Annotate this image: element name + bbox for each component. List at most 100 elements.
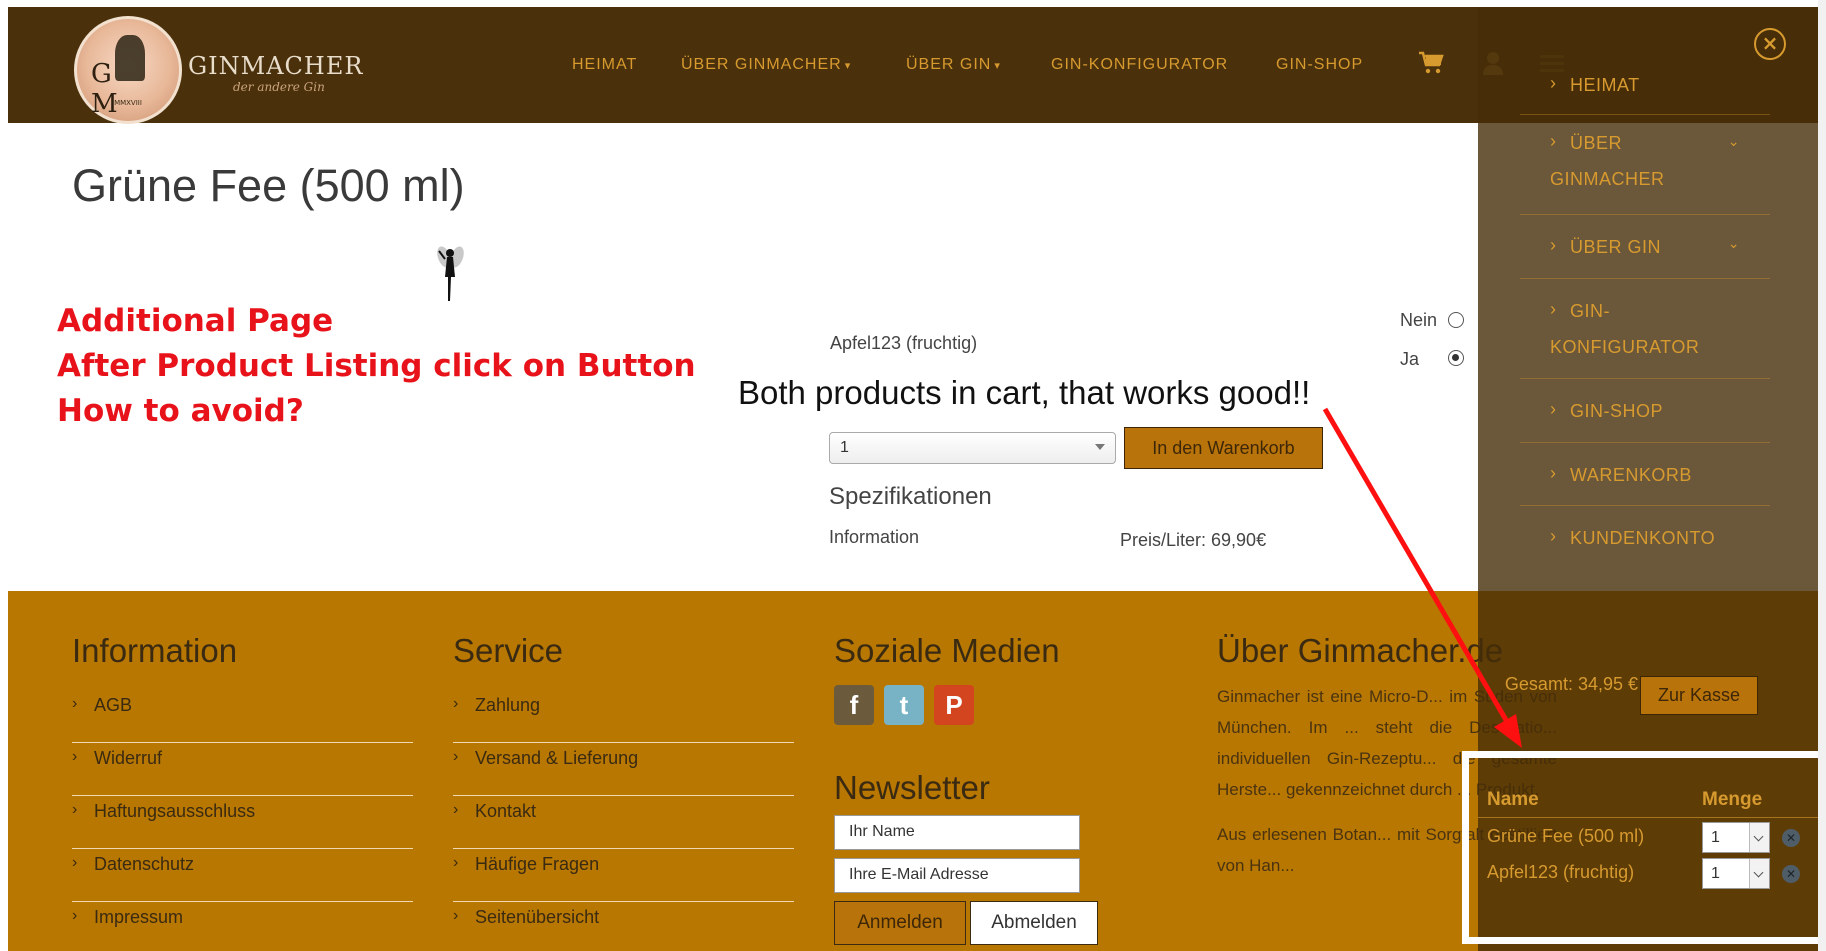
annotation-text: Additional Page After Product Listing cl… xyxy=(57,299,696,434)
radio-ja-label: Ja xyxy=(1400,349,1420,369)
newsletter-title: Newsletter xyxy=(834,769,990,806)
nav-ueber-ginmacher[interactable]: ÜBER GINMACHER ▾ xyxy=(681,56,851,74)
side-item-label: ÜBER GINMACHER xyxy=(1550,133,1665,189)
spec-price: Preis/Liter: 69,90€ xyxy=(1120,530,1267,550)
nav-label: GIN-KONFIGURATOR xyxy=(1051,56,1229,73)
footer-link-label: Impressum xyxy=(94,907,184,927)
newsletter-name-input[interactable]: Ihr Name xyxy=(834,815,1080,850)
chevron-right-icon: › xyxy=(453,907,459,924)
nav-gin-shop[interactable]: GIN-SHOP xyxy=(1276,56,1363,74)
pinterest-icon[interactable]: P xyxy=(934,685,974,725)
chevron-down-icon: ⌄ xyxy=(1727,235,1740,251)
chevron-right-icon: › xyxy=(72,695,78,712)
side-item-kundenkonto[interactable]: › KUNDENKONTO xyxy=(1520,506,1770,569)
chevron-right-icon: › xyxy=(453,695,459,712)
annotation-line: After Product Listing click on Button xyxy=(57,348,696,384)
radio-nein[interactable] xyxy=(1448,312,1464,328)
footer-link-impressum[interactable]: › Impressum xyxy=(72,902,413,951)
unsubscribe-button[interactable]: Abmelden xyxy=(970,901,1098,945)
option-label: Apfel123 (fruchtig) xyxy=(830,333,978,353)
logo-name[interactable]: GINMACHER xyxy=(188,52,363,80)
logo-tagline: der andere Gin xyxy=(233,80,325,94)
radio-nein-label: Nein xyxy=(1400,310,1438,330)
chevron-right-icon: › xyxy=(1550,463,1557,483)
browser-frame: G M MMXVIII GINMACHER der andere Gin HEI… xyxy=(0,0,1826,951)
footer-link-label: Widerruf xyxy=(94,748,163,768)
close-icon[interactable]: × xyxy=(1754,28,1786,60)
twitter-icon[interactable]: t xyxy=(884,685,924,725)
scrollbar[interactable] xyxy=(1818,0,1826,951)
chevron-right-icon: › xyxy=(72,907,78,924)
footer-link-faq[interactable]: › Häufige Fragen xyxy=(453,849,794,902)
chevron-right-icon: › xyxy=(1550,235,1557,255)
annotation-callout: Both products in cart, that works good!! xyxy=(738,374,1311,411)
chevron-right-icon: › xyxy=(1550,526,1557,546)
side-item-gin-shop[interactable]: › GIN-SHOP xyxy=(1520,379,1770,443)
nav-heimat[interactable]: HEIMAT xyxy=(572,56,637,74)
facebook-icon[interactable]: f xyxy=(834,685,874,725)
nav-label: ÜBER GINMACHER xyxy=(681,56,842,73)
footer-link-versand[interactable]: › Versand & Lieferung xyxy=(453,743,794,796)
side-item-label: KUNDENKONTO xyxy=(1570,528,1716,548)
footer-link-widerruf[interactable]: › Widerruf xyxy=(72,743,413,796)
side-item-ueber-ginmacher[interactable]: › ÜBER GINMACHER ⌄ xyxy=(1520,115,1770,215)
chevron-right-icon: › xyxy=(453,854,459,871)
subscribe-button[interactable]: Anmelden xyxy=(834,901,966,945)
quantity-select[interactable]: 1 xyxy=(829,432,1116,464)
footer-link-sitemap[interactable]: › Seitenübersicht xyxy=(453,902,794,951)
annotation-line: Additional Page xyxy=(57,303,334,339)
footer-link-datenschutz[interactable]: › Datenschutz xyxy=(72,849,413,902)
chevron-right-icon: › xyxy=(72,854,78,871)
footer-social-title: Soziale Medien xyxy=(834,632,1060,669)
footer-link-label: Kontakt xyxy=(475,801,537,821)
newsletter-email-input[interactable]: Ihre E-Mail Adresse xyxy=(834,858,1080,893)
quantity-value: 1 xyxy=(840,439,849,456)
footer-link-label: Versand & Lieferung xyxy=(475,748,639,768)
cart-total: Gesamt: 34,95 € xyxy=(1504,674,1638,694)
footer-link-agb[interactable]: › AGB xyxy=(72,690,413,743)
nav-label: GIN-SHOP xyxy=(1276,56,1364,73)
chevron-right-icon: › xyxy=(453,748,459,765)
chevron-right-icon: › xyxy=(72,801,78,818)
footer-info-title: Information xyxy=(72,632,238,669)
annotation-line: How to avoid? xyxy=(57,393,304,429)
side-item-label: GIN-KONFIGURATOR xyxy=(1550,301,1700,357)
annotation-highlight-box xyxy=(1462,751,1818,944)
nav-label: ÜBER GIN xyxy=(906,56,992,73)
side-item-label: ÜBER GIN xyxy=(1570,237,1662,257)
chevron-down-icon xyxy=(1095,444,1105,450)
radio-ja[interactable] xyxy=(1448,350,1464,366)
nav-gin-konfigurator[interactable]: GIN-KONFIGURATOR xyxy=(1051,56,1228,74)
side-item-label: GIN-SHOP xyxy=(1570,401,1664,421)
footer-link-label: Seitenübersicht xyxy=(475,907,600,927)
footer-link-label: Häufige Fragen xyxy=(475,854,600,874)
footer-link-haftung[interactable]: › Haftungsausschluss xyxy=(72,796,413,849)
footer-link-zahlung[interactable]: › Zahlung xyxy=(453,690,794,743)
nav-ueber-gin[interactable]: ÜBER GIN ▾ xyxy=(906,56,1001,74)
side-item-warenkorb[interactable]: › WARENKORB xyxy=(1520,443,1770,506)
add-to-cart-button[interactable]: In den Warenkorb xyxy=(1124,427,1323,469)
spec-title: Spezifikationen xyxy=(829,483,992,510)
footer-service-title: Service xyxy=(453,632,564,669)
cart-icon[interactable] xyxy=(1418,50,1444,76)
logo-year: MMXVIII xyxy=(114,99,142,107)
checkout-button[interactable]: Zur Kasse xyxy=(1640,676,1758,715)
chevron-down-icon: ▾ xyxy=(844,60,852,72)
side-item-label: WARENKORB xyxy=(1570,465,1692,485)
chevron-right-icon: › xyxy=(1550,399,1557,419)
page-title: Grüne Fee (500 ml) xyxy=(72,160,465,211)
side-item-ueber-gin[interactable]: › ÜBER GIN ⌄ xyxy=(1520,215,1770,279)
chevron-down-icon: ⌄ xyxy=(1727,133,1740,149)
footer-link-label: AGB xyxy=(94,695,133,715)
footer-link-kontakt[interactable]: › Kontakt xyxy=(453,796,794,849)
footer-link-label: Datenschutz xyxy=(94,854,195,874)
side-item-label: HEIMAT xyxy=(1570,75,1640,95)
logo-monogram: G M xyxy=(91,59,142,119)
logo[interactable]: G M MMXVIII xyxy=(74,16,182,124)
side-item-heimat[interactable]: › HEIMAT xyxy=(1520,57,1770,115)
side-item-gin-konfigurator[interactable]: › GIN-KONFIGURATOR xyxy=(1520,279,1770,379)
fairy-logo xyxy=(437,246,464,301)
footer-link-label: Haftungsausschluss xyxy=(94,801,256,821)
spec-info-label: Information xyxy=(829,527,920,547)
chevron-right-icon: › xyxy=(1550,73,1557,93)
